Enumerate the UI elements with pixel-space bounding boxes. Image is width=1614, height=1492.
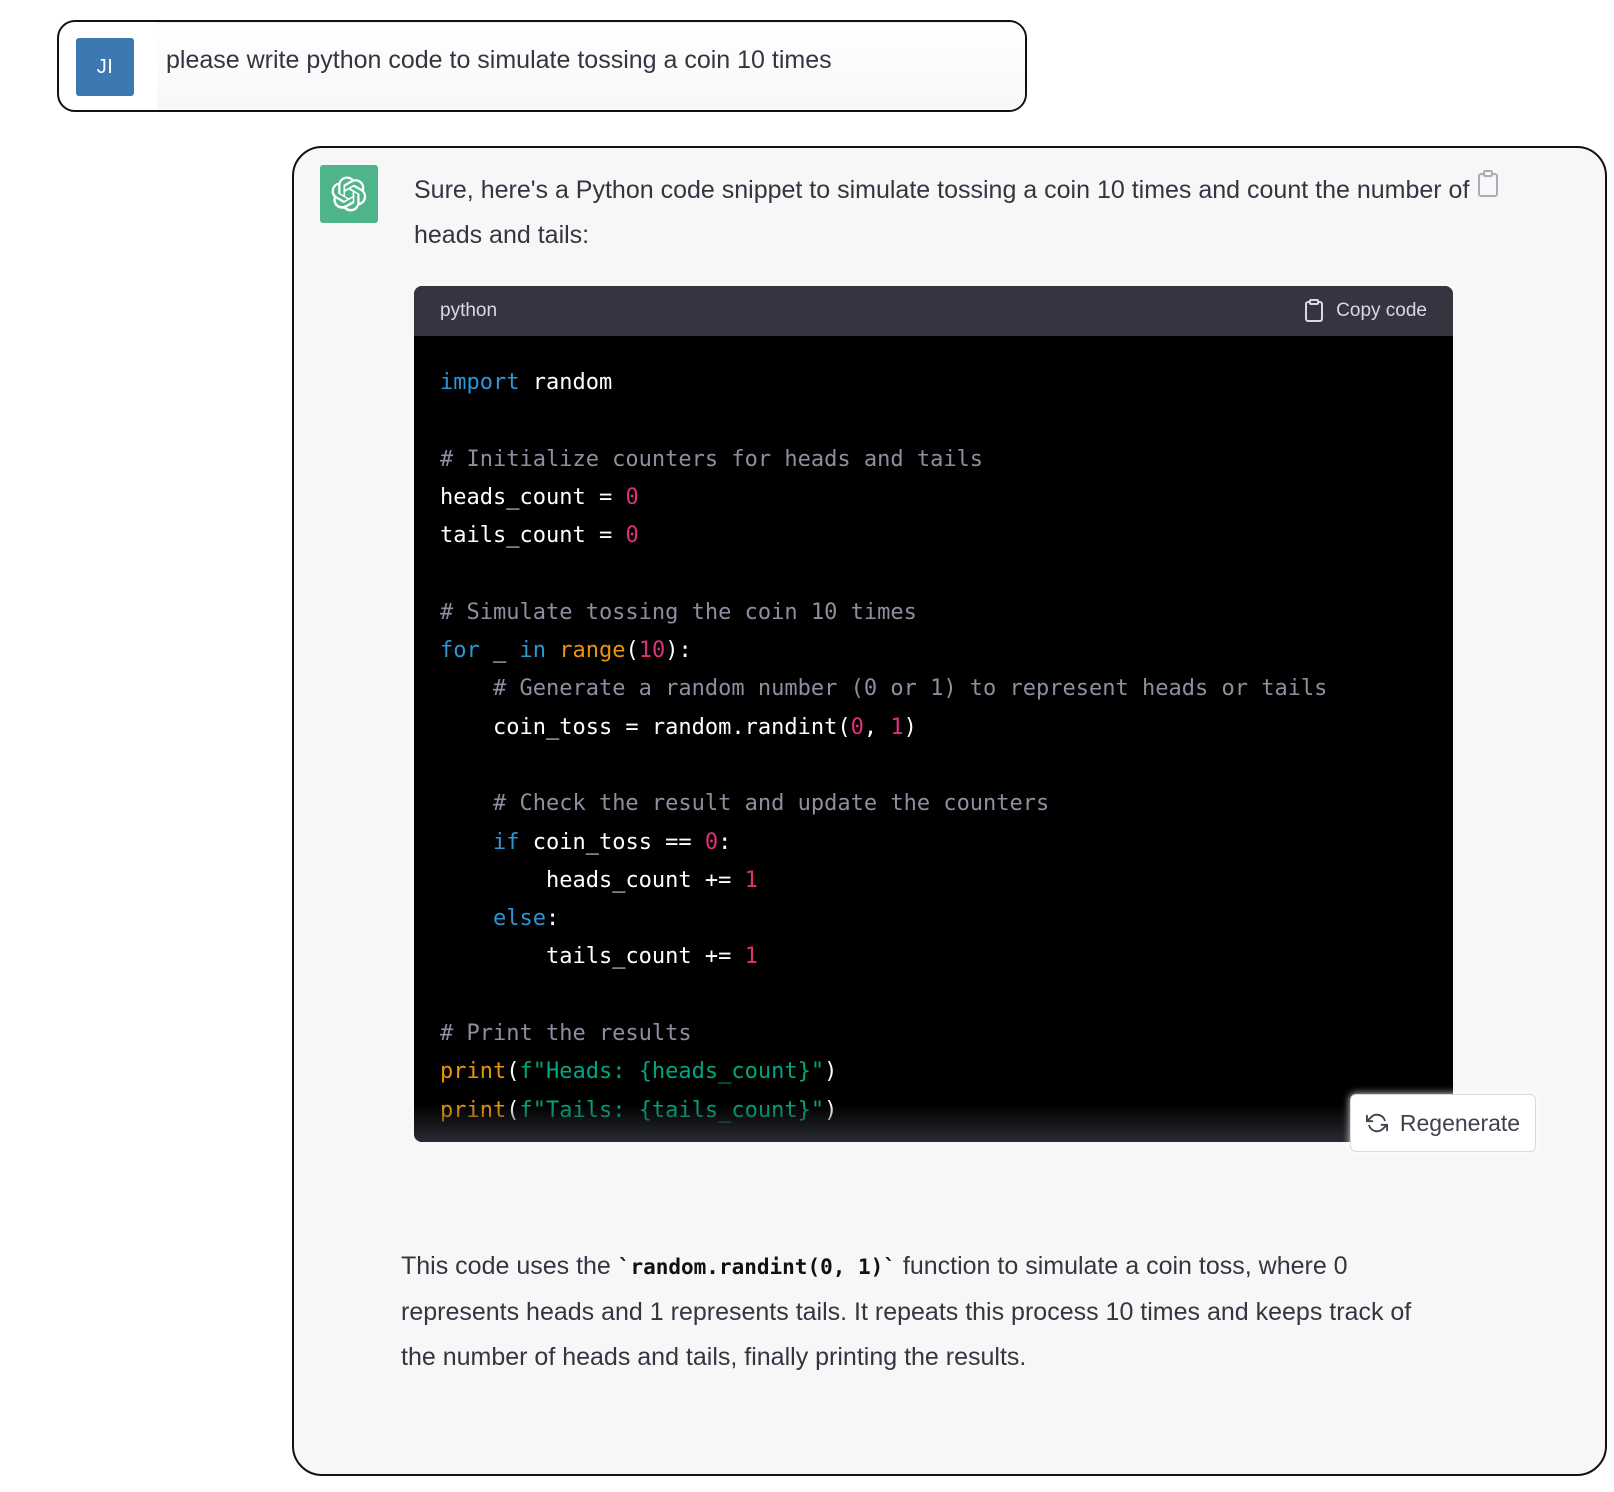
code-content: import random # Initialize counters for …: [440, 370, 1328, 1123]
user-avatar: JI: [76, 38, 134, 96]
copy-code-button[interactable]: Copy code: [1304, 299, 1427, 323]
code-block-fade: [414, 1104, 1453, 1142]
code-block-header: python Copy code: [414, 286, 1453, 336]
assistant-message-card: Sure, here's a Python code snippet to si…: [292, 146, 1607, 1476]
refresh-icon: [1365, 1113, 1388, 1133]
code-language-label: python: [440, 300, 498, 321]
user-message-card: JI please write python code to simulate …: [57, 20, 1027, 112]
outro-text-start: This code uses the: [401, 1252, 618, 1280]
assistant-outro-text: This code uses the `random.randint(0, 1)…: [401, 1244, 1441, 1380]
user-message-text: please write python code to simulate tos…: [166, 46, 832, 74]
openai-logo-icon: [331, 176, 367, 212]
assistant-intro-text: Sure, here's a Python code snippet to si…: [414, 176, 1470, 249]
inline-code: `random.randint(0, 1)`: [617, 1255, 896, 1279]
regenerate-button[interactable]: Regenerate: [1350, 1094, 1536, 1152]
clipboard-icon[interactable]: [1476, 170, 1500, 198]
assistant-avatar: [320, 165, 378, 223]
regenerate-label: Regenerate: [1399, 1109, 1521, 1136]
clipboard-icon: [1305, 299, 1324, 322]
copy-code-label: Copy code: [1336, 300, 1427, 321]
code-block: python Copy code import random # Initial…: [414, 286, 1453, 1142]
user-avatar-initials: JI: [96, 55, 114, 78]
